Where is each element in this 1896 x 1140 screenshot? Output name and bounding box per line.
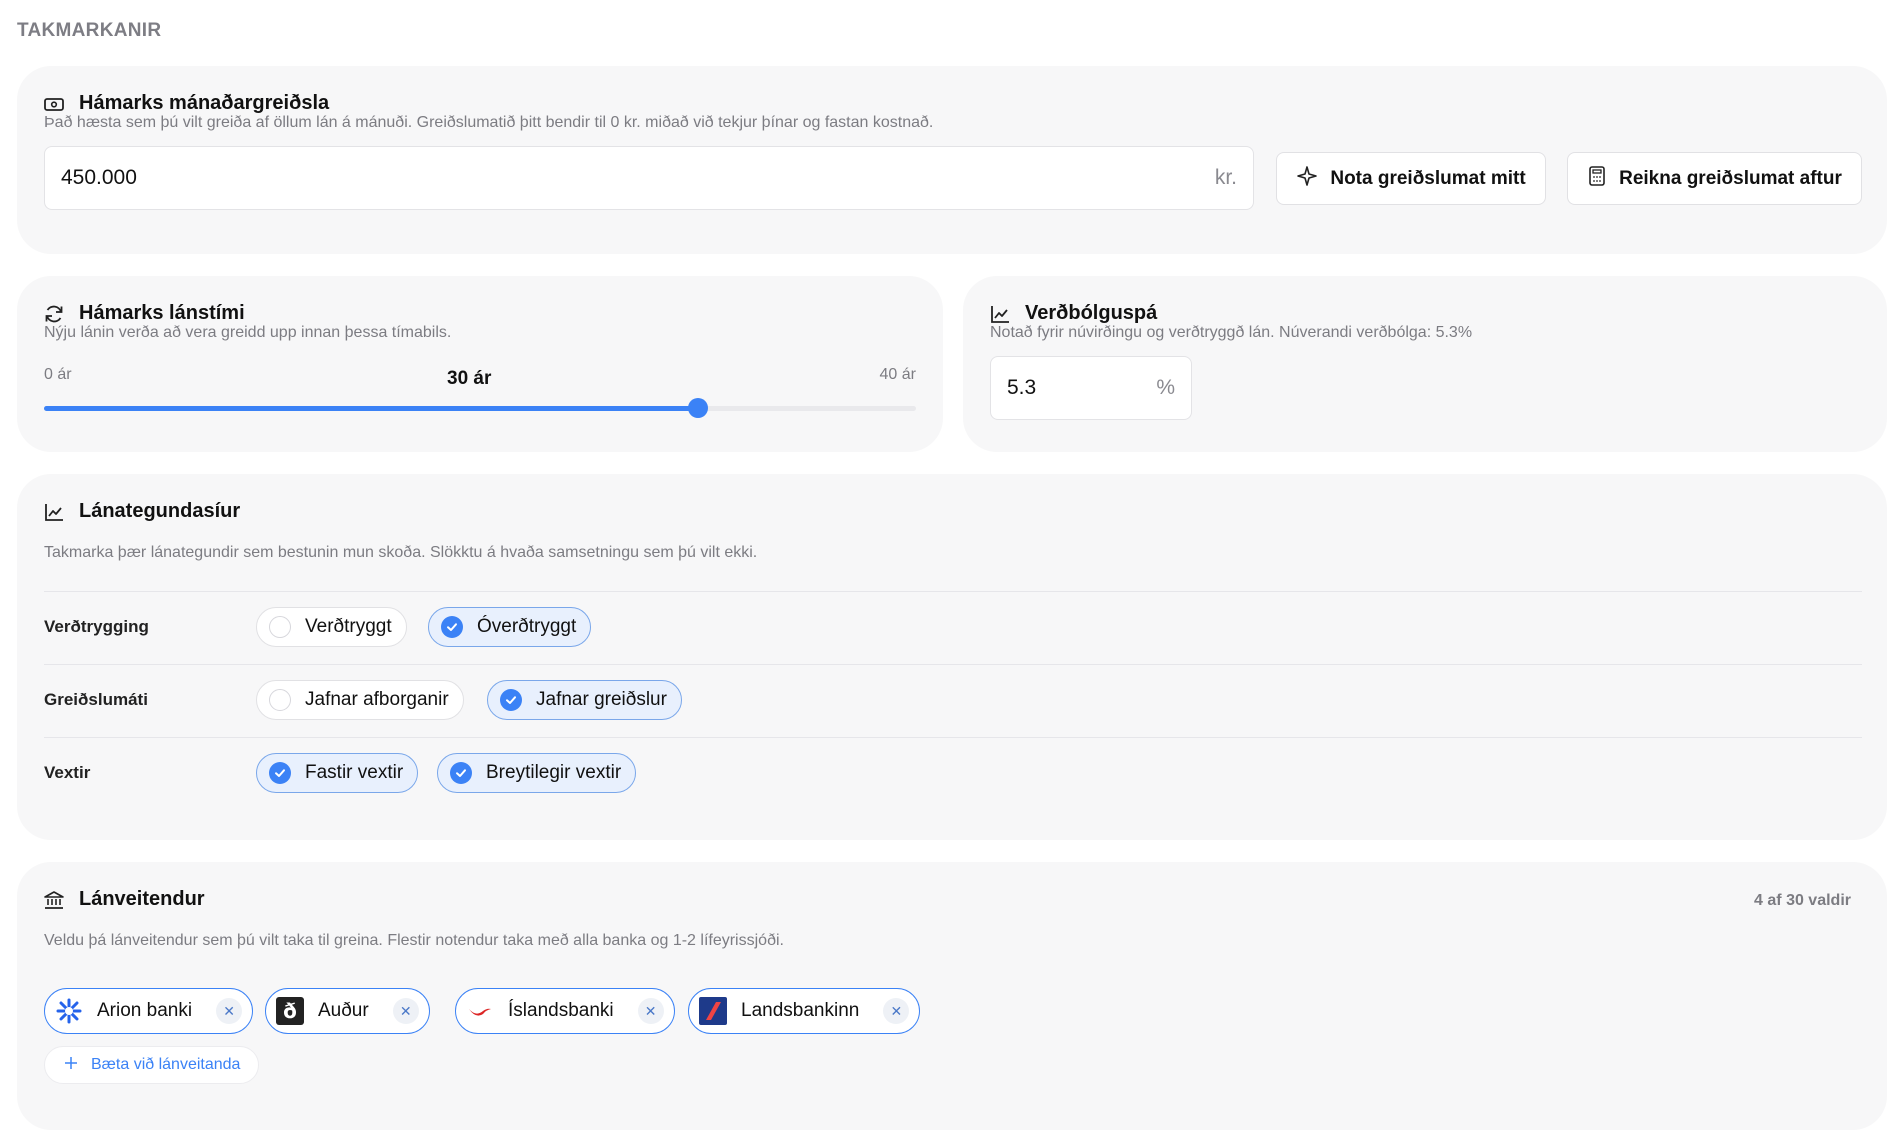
loan-term-title: Hámarks lánstími xyxy=(43,302,245,325)
lenders-count: 4 af 30 valdir xyxy=(1754,892,1851,909)
refresh-icon xyxy=(43,303,65,325)
loan-term-slider[interactable] xyxy=(44,398,916,418)
loan-filters-description: Takmarka þær lánategundir sem bestunin m… xyxy=(44,544,758,561)
inflation-value: 5.3 xyxy=(1007,376,1037,399)
section-heading: TAKMARKANIR xyxy=(17,20,162,41)
loan-filters-title: Lánategundasíur xyxy=(43,500,240,523)
lenders-card: Lánveitendur 4 af 30 valdir Veldu þá lán… xyxy=(17,862,1887,1130)
check-circle-icon xyxy=(500,689,522,711)
lender-name: Auður xyxy=(318,1000,369,1021)
chart-icon xyxy=(989,303,1011,325)
remove-icon[interactable]: ✕ xyxy=(637,998,664,1024)
loan-term-min-label: 0 ár xyxy=(44,366,72,383)
divider xyxy=(44,664,1862,665)
loan-term-description: Nýju lánin verða að vera greidd upp inna… xyxy=(44,324,452,341)
chip-label: Óverðtryggt xyxy=(477,616,577,637)
loan-term-slider-thumb[interactable] xyxy=(688,398,708,418)
islandsbanki-logo-icon xyxy=(466,997,494,1025)
loan-filters-title-text: Lánategundasíur xyxy=(79,500,241,522)
chip-jafnar-afborganir[interactable]: Jafnar afborganir xyxy=(256,680,464,720)
monthly-payment-title: Hámarks mánaðargreiðsla xyxy=(43,92,329,115)
lenders-title-text: Lánveitendur xyxy=(79,888,205,910)
lender-name: Arion banki xyxy=(97,1000,193,1021)
lender-chip-audur[interactable]: ð Auður ✕ xyxy=(265,988,430,1034)
remove-icon[interactable]: ✕ xyxy=(216,998,243,1024)
divider xyxy=(44,591,1862,592)
chip-jafnar-greidslur[interactable]: Jafnar greiðslur xyxy=(487,680,682,720)
lenders-title: Lánveitendur xyxy=(43,888,205,911)
monthly-payment-unit: kr. xyxy=(1214,166,1237,189)
chip-verdtryggt[interactable]: Verðtryggt xyxy=(256,607,407,647)
recalculate-button[interactable]: Reikna greiðslumat aftur xyxy=(1567,152,1862,205)
lender-chip-landsbankinn[interactable]: Landsbankinn ✕ xyxy=(688,988,921,1034)
monthly-payment-card: Hámarks mánaðargreiðsla Það hæsta sem þú… xyxy=(17,66,1887,254)
checkbox-unchecked-icon xyxy=(269,616,291,638)
loan-filters-card: Lánategundasíur Takmarka þær lánategundi… xyxy=(17,474,1887,840)
check-circle-icon xyxy=(450,762,472,784)
sparkle-icon xyxy=(1296,165,1318,193)
divider xyxy=(44,737,1862,738)
check-circle-icon xyxy=(441,616,463,638)
monthly-payment-value: 450.000 xyxy=(61,166,137,189)
monthly-payment-input[interactable]: 450.000 kr. xyxy=(44,146,1254,210)
lender-name: Landsbankinn xyxy=(741,1000,860,1021)
bank-icon xyxy=(43,889,65,911)
lender-chip-arion[interactable]: Arion banki ✕ xyxy=(44,988,254,1034)
chip-label: Jafnar afborganir xyxy=(305,689,449,710)
inflation-title: Verðbólguspá xyxy=(989,302,1157,325)
lender-name: Íslandsbanki xyxy=(508,1000,614,1021)
inflation-input[interactable]: 5.3 % xyxy=(990,356,1192,420)
filter-row-label: Greiðslumáti xyxy=(44,690,148,709)
audur-logo-icon: ð xyxy=(276,997,304,1025)
chip-label: Fastir vextir xyxy=(305,762,404,783)
lender-chip-islandsbanki[interactable]: Íslandsbanki ✕ xyxy=(455,988,675,1034)
chip-label: Verðtryggt xyxy=(305,616,392,637)
add-lender-label: Bæta við lánveitanda xyxy=(91,1056,241,1073)
check-circle-icon xyxy=(269,762,291,784)
monthly-payment-description: Það hæsta sem þú vilt greiða af öllum lá… xyxy=(44,114,934,131)
plus-icon xyxy=(63,1055,79,1076)
chart-icon xyxy=(43,501,65,523)
filter-row-label: Verðtrygging xyxy=(44,617,149,636)
loan-term-slider-fill xyxy=(44,406,698,411)
arion-logo-icon xyxy=(55,997,83,1025)
landsbankinn-logo-icon xyxy=(699,997,727,1025)
loan-term-value-label: 30 ár xyxy=(447,368,492,389)
inflation-description: Notað fyrir núvirðingu og verðtryggð lán… xyxy=(990,324,1473,341)
chip-overdtryggt[interactable]: Óverðtryggt xyxy=(428,607,592,647)
chip-breytilegir-vextir[interactable]: Breytilegir vextir xyxy=(437,753,637,793)
chip-label: Jafnar greiðslur xyxy=(536,689,667,710)
cash-icon xyxy=(43,93,65,115)
remove-icon[interactable]: ✕ xyxy=(392,998,419,1024)
inflation-title-text: Verðbólguspá xyxy=(1025,302,1158,324)
remove-icon[interactable]: ✕ xyxy=(883,998,910,1024)
inflation-unit: % xyxy=(1156,376,1175,399)
lenders-description: Veldu þá lánveitendur sem þú vilt taka t… xyxy=(44,932,784,949)
chip-fastir-vextir[interactable]: Fastir vextir xyxy=(256,753,419,793)
inflation-card: Verðbólguspá Notað fyrir núvirðingu og v… xyxy=(963,276,1887,452)
calculator-icon xyxy=(1587,165,1607,193)
use-assessment-button[interactable]: Nota greiðslumat mitt xyxy=(1276,152,1546,205)
use-assessment-label: Nota greiðslumat mitt xyxy=(1330,167,1526,189)
checkbox-unchecked-icon xyxy=(269,689,291,711)
loan-term-card: Hámarks lánstími Nýju lánin verða að ver… xyxy=(17,276,943,452)
filter-row-label: Vextir xyxy=(44,763,91,782)
monthly-payment-title-text: Hámarks mánaðargreiðsla xyxy=(79,92,330,114)
loan-term-title-text: Hámarks lánstími xyxy=(79,302,245,324)
chip-label: Breytilegir vextir xyxy=(486,762,622,783)
loan-term-max-label: 40 ár xyxy=(879,366,916,383)
add-lender-button[interactable]: Bæta við lánveitanda xyxy=(44,1046,260,1084)
recalculate-label: Reikna greiðslumat aftur xyxy=(1619,167,1842,189)
